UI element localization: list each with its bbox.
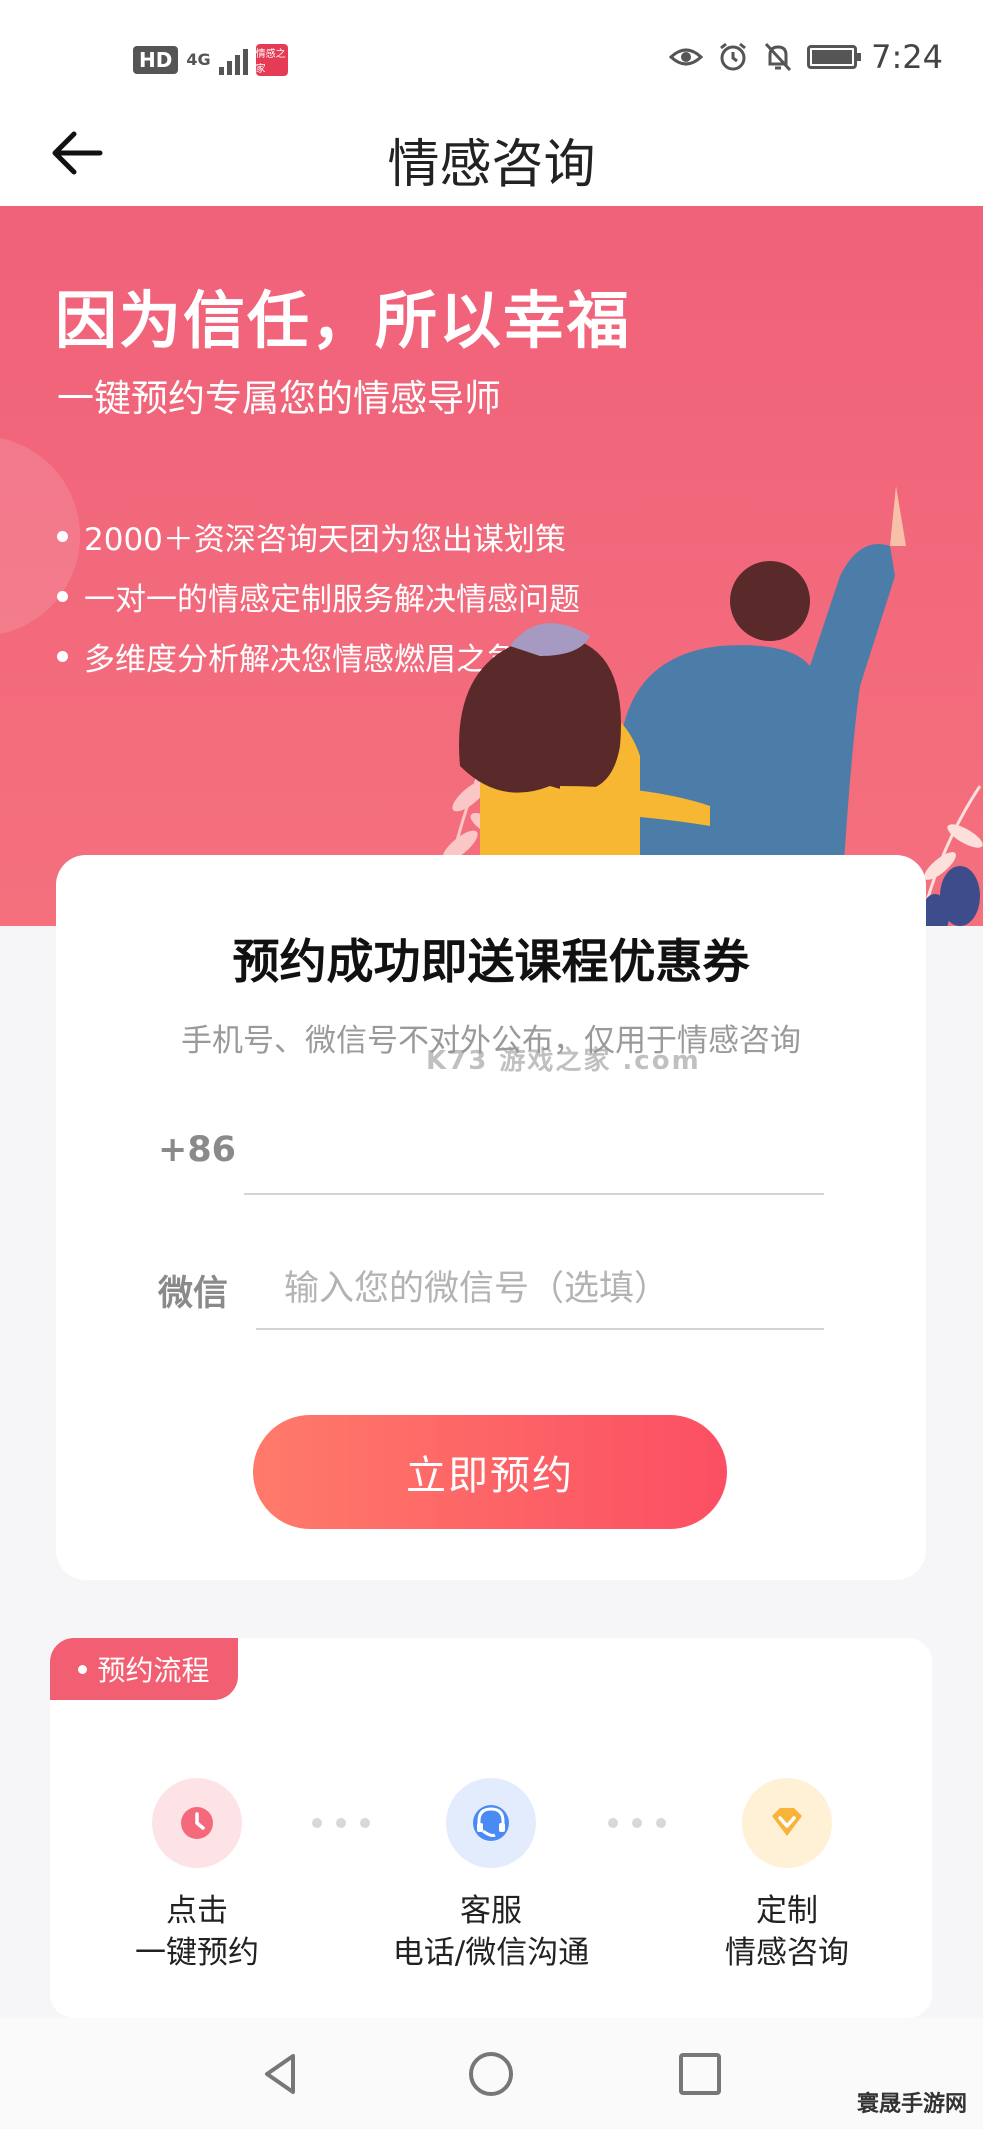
hero-banner: 因为信任，所以幸福 一键预约专属您的情感导师 2000＋资深咨询天团为您出谋划策…	[0, 206, 983, 926]
headset-icon	[446, 1778, 536, 1868]
status-left: HD 4G 情感之家	[133, 44, 288, 76]
status-right: 7:24	[669, 38, 943, 76]
flow-step-custom: 定制 情感咨询	[637, 1778, 932, 1974]
alarm-icon	[720, 42, 747, 71]
step-line1: 客服	[460, 1893, 522, 1929]
step-line1: 点击	[166, 1893, 228, 1929]
phone-input[interactable]	[244, 1125, 824, 1195]
book-now-button[interactable]: 立即预约	[253, 1415, 727, 1529]
nav-bar: 情感咨询	[0, 100, 983, 206]
booking-flow-section: 预约流程 点击 一键预约 客服 电话/微信沟通 定制 情感咨询	[50, 1638, 932, 2018]
signal-icon	[218, 45, 248, 75]
booking-card: 预约成功即送课程优惠券 手机号、微信号不对外公布，仅用于情感咨询 K73 游戏之…	[56, 855, 926, 1580]
step-line1: 定制	[756, 1893, 818, 1929]
app-notification-icon: 情感之家	[255, 44, 288, 76]
flow-tag: 预约流程	[50, 1638, 238, 1700]
step-line2: 一键预约	[135, 1935, 259, 1971]
nav-home-icon[interactable]	[463, 2046, 519, 2102]
wechat-input[interactable]	[256, 1260, 824, 1330]
hero-subtitle: 一键预约专属您的情感导师	[57, 377, 501, 420]
mute-icon	[765, 42, 792, 72]
step-line2: 电话/微信沟通	[392, 1935, 590, 1971]
hd-badge: HD	[133, 46, 179, 74]
diamond-icon	[742, 1778, 832, 1868]
nav-recents-icon[interactable]	[672, 2046, 728, 2102]
hero-title: 因为信任，所以幸福	[55, 284, 632, 357]
clock-icon	[152, 1778, 242, 1868]
watermark: K73 游戏之家 .com	[426, 1046, 701, 1076]
wechat-label: 微信	[158, 1274, 229, 1314]
eye-comfort-icon	[669, 48, 704, 66]
page-title: 情感咨询	[387, 135, 596, 195]
network-type: 4G	[186, 50, 211, 69]
step-line2: 情感咨询	[725, 1935, 849, 1971]
site-logo: 寰晟手游网	[856, 2092, 967, 2117]
battery-icon	[807, 45, 862, 69]
system-nav-bar	[0, 2018, 983, 2129]
nav-back-icon[interactable]	[253, 2046, 309, 2102]
flow-step-click: 点击 一键预约	[50, 1778, 347, 1974]
card-title: 预约成功即送课程优惠券	[232, 935, 750, 990]
flow-step-service: 客服 电话/微信沟通	[341, 1778, 641, 1974]
phone-prefix: +86	[158, 1130, 237, 1170]
clock-time: 7:24	[871, 38, 943, 76]
couple-illustration	[438, 486, 983, 926]
